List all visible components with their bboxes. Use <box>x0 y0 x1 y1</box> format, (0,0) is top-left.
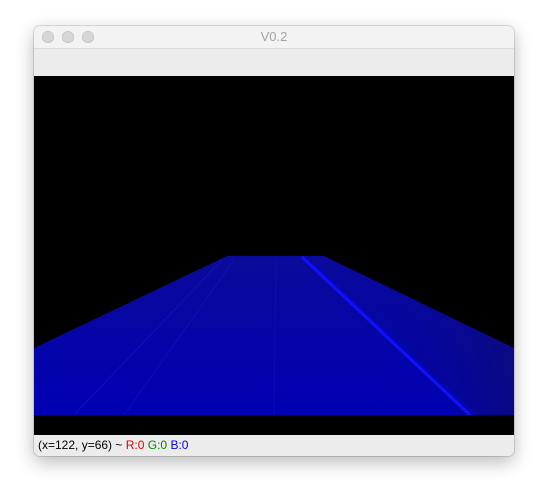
cursor-coords: (x=122, y=66) <box>38 438 116 452</box>
image-canvas[interactable] <box>34 76 514 435</box>
pixel-blue-value: B:0 <box>170 438 189 452</box>
bottom-band <box>34 415 514 435</box>
app-window: V0.2 (x=122, y=66) ~ R:0 G:0 B:0 <box>34 26 514 456</box>
pixel-green-value: G:0 <box>147 438 171 452</box>
road-render-image <box>34 76 514 435</box>
toolbar <box>34 49 514 76</box>
title-bar[interactable]: V0.2 <box>34 26 514 49</box>
pixel-red-value: R:0 <box>125 438 148 452</box>
status-separator: ~ <box>115 438 126 452</box>
window-title: V0.2 <box>260 29 288 44</box>
status-bar: (x=122, y=66) ~ R:0 G:0 B:0 <box>34 435 514 456</box>
